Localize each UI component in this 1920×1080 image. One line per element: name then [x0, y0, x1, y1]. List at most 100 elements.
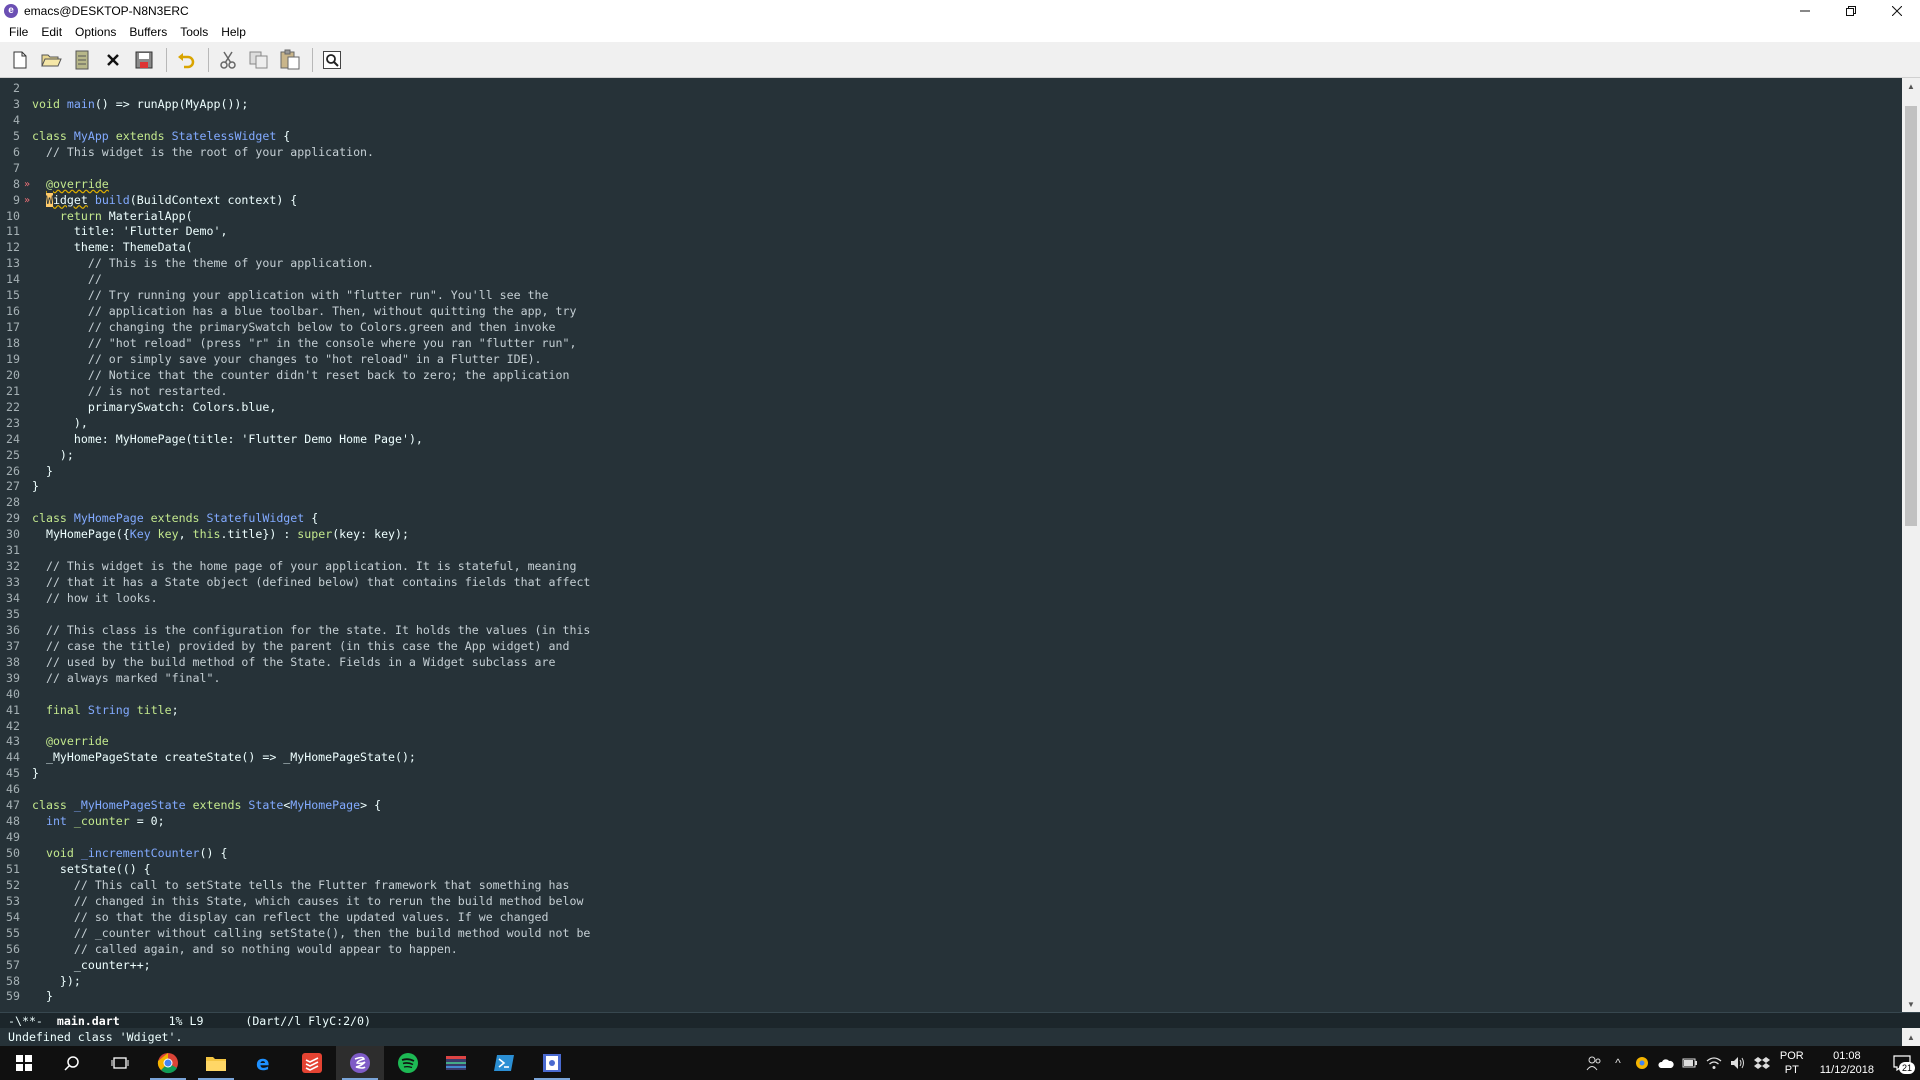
echo-scroll-arrow[interactable]: ▲	[1902, 1028, 1920, 1046]
dropbox-tray-button[interactable]	[1750, 1046, 1774, 1080]
code-line[interactable]: 18 // "hot reload" (press "r" in the con…	[0, 336, 1902, 352]
code-line[interactable]: 15 // Try running your application with …	[0, 288, 1902, 304]
code-line[interactable]: 30 MyHomePage({Key key, this.title}) : s…	[0, 527, 1902, 543]
code-line[interactable]: 50 void _incrementCounter() {	[0, 846, 1902, 862]
code-line[interactable]: 25 );	[0, 448, 1902, 464]
battery-tray-button[interactable]	[1678, 1046, 1702, 1080]
menu-options[interactable]: Options	[70, 25, 121, 39]
paste-button[interactable]	[276, 46, 304, 74]
code-line[interactable]: 23 ),	[0, 416, 1902, 432]
search-button[interactable]	[318, 46, 346, 74]
restore-button[interactable]	[1828, 0, 1874, 22]
code-line[interactable]: 48 int _counter = 0;	[0, 814, 1902, 830]
code-line[interactable]: 16 // application has a blue toolbar. Th…	[0, 304, 1902, 320]
code-line[interactable]: 56 // called again, and so nothing would…	[0, 942, 1902, 958]
file-explorer-taskbar-button[interactable]	[192, 1046, 240, 1080]
code-line[interactable]: 29 class MyHomePage extends StatefulWidge…	[0, 511, 1902, 527]
code-line[interactable]: 34 // how it looks.	[0, 591, 1902, 607]
edge-taskbar-button[interactable]: e	[240, 1046, 288, 1080]
menu-help[interactable]: Help	[216, 25, 251, 39]
close-button[interactable]	[1874, 0, 1920, 22]
code-line[interactable]: 57 _counter++;	[0, 958, 1902, 974]
spotify-taskbar-button[interactable]	[384, 1046, 432, 1080]
code-line[interactable]: 59 }	[0, 989, 1902, 1005]
code-line[interactable]: 5 class MyApp extends StatelessWidget {	[0, 129, 1902, 145]
cut-button[interactable]	[214, 46, 242, 74]
code-line[interactable]: 14 //	[0, 272, 1902, 288]
action-center-button[interactable]: 21	[1884, 1046, 1920, 1080]
code-line[interactable]: 40	[0, 687, 1902, 703]
generic-app-taskbar-button[interactable]	[432, 1046, 480, 1080]
code-line[interactable]: 53 // changed in this State, which cause…	[0, 894, 1902, 910]
code-line[interactable]: 54 // so that the display can reflect th…	[0, 910, 1902, 926]
people-tray-button[interactable]	[1582, 1046, 1606, 1080]
onedrive-tray-button[interactable]	[1654, 1046, 1678, 1080]
code-line[interactable]: 58 });	[0, 974, 1902, 990]
emacs-taskbar-button[interactable]	[336, 1046, 384, 1080]
powershell-taskbar-button[interactable]	[480, 1046, 528, 1080]
vertical-scrollbar[interactable]: ▲ ▼	[1902, 78, 1920, 1012]
major-mode[interactable]: (Dart//l FlyC:2/0)	[245, 1014, 371, 1028]
save-button[interactable]	[130, 46, 158, 74]
code-line[interactable]: 12 theme: ThemeData(	[0, 240, 1902, 256]
code-line[interactable]: 9 » Widget build(BuildContext context) {	[0, 192, 1902, 209]
undo-button[interactable]	[172, 46, 200, 74]
code-line[interactable]: 44 _MyHomePageState createState() => _My…	[0, 750, 1902, 766]
close-buffer-button[interactable]	[99, 46, 127, 74]
code-line[interactable]: 45}	[0, 766, 1902, 782]
code-line[interactable]: 36 // This class is the configuration fo…	[0, 623, 1902, 639]
code-line[interactable]: 2	[0, 81, 1902, 97]
scroll-down-arrow[interactable]: ▼	[1902, 996, 1920, 1012]
code-line[interactable]: 35	[0, 607, 1902, 623]
input-language[interactable]: POR PT	[1774, 1049, 1810, 1077]
code-line[interactable]: 6 // This widget is the root of your app…	[0, 145, 1902, 161]
code-line[interactable]: 3 void main() => runApp(MyApp());	[0, 97, 1902, 113]
taskbar-clock[interactable]: 01:08 11/12/2018	[1810, 1049, 1884, 1077]
code-line[interactable]: 31	[0, 543, 1902, 559]
code-line[interactable]: 4	[0, 113, 1902, 129]
minimize-button[interactable]	[1782, 0, 1828, 22]
code-line[interactable]: 38 // used by the build method of the St…	[0, 655, 1902, 671]
chrome-taskbar-button[interactable]	[144, 1046, 192, 1080]
new-file-button[interactable]	[6, 46, 34, 74]
code-line[interactable]: 37 // case the title) provided by the pa…	[0, 639, 1902, 655]
code-line[interactable]: 49	[0, 830, 1902, 846]
code-line[interactable]: 20 // Notice that the counter didn't res…	[0, 368, 1902, 384]
task-view-button[interactable]	[96, 1046, 144, 1080]
code-line[interactable]: 21 // is not restarted.	[0, 384, 1902, 400]
menu-edit[interactable]: Edit	[36, 25, 67, 39]
copy-button[interactable]	[245, 46, 273, 74]
menu-tools[interactable]: Tools	[175, 25, 213, 39]
code-line[interactable]: 17 // changing the primarySwatch below t…	[0, 320, 1902, 336]
code-line[interactable]: 22 primarySwatch: Colors.blue,	[0, 400, 1902, 416]
code-line[interactable]: 52 // This call to setState tells the Fl…	[0, 878, 1902, 894]
code-line[interactable]: 19 // or simply save your changes to "ho…	[0, 352, 1902, 368]
code-line[interactable]: 28	[0, 495, 1902, 511]
open-directory-button[interactable]	[68, 46, 96, 74]
start-button[interactable]	[0, 1046, 48, 1080]
open-file-button[interactable]	[37, 46, 65, 74]
code-line[interactable]: 27}	[0, 479, 1902, 495]
search-taskbar-button[interactable]	[48, 1046, 96, 1080]
code-line[interactable]: 8 » @override	[0, 177, 1902, 193]
volume-tray-button[interactable]	[1726, 1046, 1750, 1080]
code-line[interactable]: 43 @override	[0, 734, 1902, 750]
code-line[interactable]: 10 return MaterialApp(	[0, 209, 1902, 225]
wifi-tray-button[interactable]	[1702, 1046, 1726, 1080]
code-line[interactable]: 24 home: MyHomePage(title: 'Flutter Demo…	[0, 432, 1902, 448]
code-line[interactable]: 51 setState(() {	[0, 862, 1902, 878]
scrollbar-thumb[interactable]	[1905, 106, 1917, 526]
buffer-name[interactable]: main.dart	[57, 1014, 120, 1028]
code-line[interactable]: 42	[0, 719, 1902, 735]
chrome-tray-button[interactable]	[1630, 1046, 1654, 1080]
show-hidden-icons-button[interactable]: ^	[1606, 1046, 1630, 1080]
code-line[interactable]: 26 }	[0, 464, 1902, 480]
scroll-up-arrow[interactable]: ▲	[1902, 78, 1920, 94]
ubuntu-taskbar-button[interactable]	[528, 1046, 576, 1080]
todoist-taskbar-button[interactable]	[288, 1046, 336, 1080]
code-line[interactable]: 7	[0, 161, 1902, 177]
menu-buffers[interactable]: Buffers	[124, 25, 172, 39]
code-line[interactable]: 47 class _MyHomePageState extends State<M…	[0, 798, 1902, 814]
menu-file[interactable]: File	[4, 25, 33, 39]
code-line[interactable]: 32 // This widget is the home page of yo…	[0, 559, 1902, 575]
